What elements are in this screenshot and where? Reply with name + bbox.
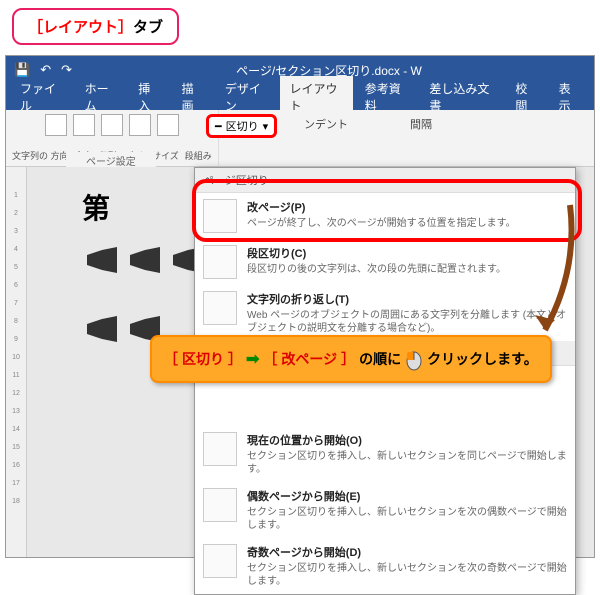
- indent-label: ンデント: [304, 116, 348, 132]
- megaphone-icon: [82, 314, 122, 344]
- page-break-icon: [203, 199, 237, 233]
- bracket: ］: [228, 349, 242, 369]
- menuitem-desc: セクション区切りを挿入し、新しいセクションを同じページで開始します。: [247, 450, 567, 476]
- dropdown-header-page-breaks: ページ区切り: [195, 168, 575, 193]
- menuitem-page-break[interactable]: 改ページ(P) ページが終了し、次のページが開始する位置を指定します。: [195, 193, 575, 239]
- menuitem-text-wrapping-break[interactable]: 文字列の折り返し(T) Web ページのオブジェクトの周囲にある文字列を分離しま…: [195, 285, 575, 341]
- breaks-label: 区切り: [226, 118, 259, 134]
- menuitem-title: 段区切り(C): [247, 245, 567, 261]
- callout-label: レイアウト: [43, 19, 118, 36]
- callout-layout-tab: ［レイアウト］タブ: [12, 8, 179, 45]
- bracket: ［: [164, 349, 178, 369]
- menuitem-continuous[interactable]: 現在の位置から開始(O) セクション区切りを挿入し、新しいセクションを同じページ…: [195, 426, 575, 482]
- megaphone-icon: [125, 245, 165, 275]
- callout-breaks: 区切り: [182, 349, 224, 369]
- text-direction-label: 文字列の 方向: [12, 149, 69, 164]
- bracket: ］: [341, 349, 355, 369]
- callout-text-tail: クリックします。: [427, 349, 538, 369]
- arrow-right-icon: ➡: [246, 349, 259, 369]
- word-window: 💾 ↶ ↷ ページ/セクション区切り.docx - W ファイル ホーム 挿入 …: [5, 55, 595, 558]
- orientation-button[interactable]: [101, 114, 123, 136]
- columns-button[interactable]: [157, 114, 179, 136]
- bracket: ］: [118, 19, 133, 36]
- menuitem-even-page[interactable]: 偶数ページから開始(E) セクション区切りを挿入し、新しいセクションを次の偶数ペ…: [195, 482, 575, 538]
- menuitem-desc: セクション区切りを挿入し、新しいセクションを次の偶数ページで開始します。: [247, 506, 567, 532]
- margins-button[interactable]: [73, 114, 95, 136]
- callout-suffix: タブ: [133, 19, 163, 36]
- callout-text-mid: の順に: [359, 349, 401, 369]
- callout-instruction: ［区切り］ ➡ ［改ページ］ の順に クリックします。: [150, 335, 552, 383]
- continuous-icon: [203, 432, 237, 466]
- breaks-icon: ━: [215, 120, 222, 133]
- menuitem-desc: ページが終了し、次のページが開始する位置を指定します。: [247, 217, 567, 230]
- columns-label: 段組み: [185, 149, 212, 164]
- chevron-down-icon: ▾: [263, 120, 269, 133]
- menuitem-desc: Web ページのオブジェクトの周囲にある文字列を分離します (本文とオブジェクト…: [247, 309, 567, 335]
- doc-heading: 第: [82, 187, 212, 227]
- bracket: ［: [28, 19, 43, 36]
- menuitem-title: 文字列の折り返し(T): [247, 291, 567, 307]
- vertical-ruler: 123456789101112131415161718: [6, 167, 27, 557]
- menuitem-desc: セクション区切りを挿入し、新しいセクションを次の奇数ページで開始します。: [247, 562, 567, 588]
- menuitem-odd-page[interactable]: 奇数ページから開始(D) セクション区切りを挿入し、新しいセクションを次の奇数ペ…: [195, 538, 575, 594]
- breaks-button[interactable]: ━ 区切り ▾: [206, 114, 277, 138]
- spacing-label: 間隔: [410, 116, 432, 132]
- size-label: サイズ: [152, 149, 179, 164]
- bracket: ［: [263, 349, 277, 369]
- ribbon: 文字列の 方向 余白 印刷の 向き サイズ 段組み ━ 区切り ▾ ンデント 間…: [6, 110, 594, 167]
- callout-pagebreak: 改ページ: [281, 349, 337, 369]
- mouse-icon: [405, 347, 423, 371]
- menuitem-title: 改ページ(P): [247, 199, 567, 215]
- ribbon-tabs: ファイル ホーム 挿入 描画 デザイン レイアウト 参考資料 差し込み文書 校閲…: [6, 84, 594, 110]
- menuitem-title: 現在の位置から開始(O): [247, 432, 567, 448]
- annotation-curve-arrow-icon: [530, 200, 580, 340]
- megaphone-icon: [82, 245, 122, 275]
- menuitem-desc: 段区切りの後の文字列は、次の段の先頭に配置されます。: [247, 263, 567, 276]
- text-wrap-icon: [203, 291, 237, 325]
- menuitem-column-break[interactable]: 段区切り(C) 段区切りの後の文字列は、次の段の先頭に配置されます。: [195, 239, 575, 285]
- menuitem-title: 奇数ページから開始(D): [247, 544, 567, 560]
- size-button[interactable]: [129, 114, 151, 136]
- odd-page-icon: [203, 544, 237, 578]
- column-break-icon: [203, 245, 237, 279]
- even-page-icon: [203, 488, 237, 522]
- menuitem-title: 偶数ページから開始(E): [247, 488, 567, 504]
- text-direction-button[interactable]: [45, 114, 67, 136]
